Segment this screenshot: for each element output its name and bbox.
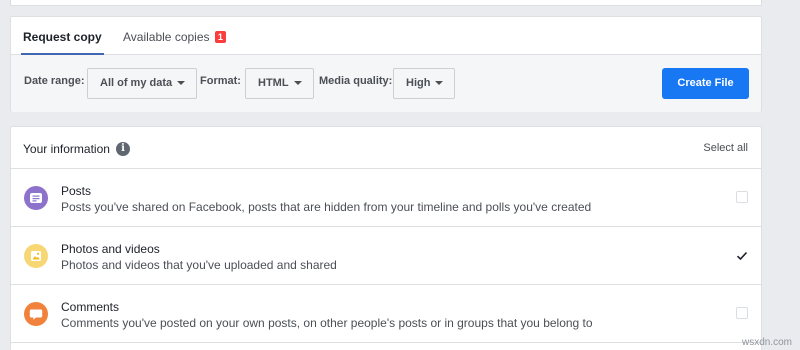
format-label: Format: bbox=[200, 75, 241, 87]
comments-title: Comments bbox=[61, 300, 120, 314]
select-all-link[interactable]: Select all bbox=[703, 142, 748, 154]
photos-and-videos-checkbox[interactable] bbox=[736, 249, 748, 261]
chevron-down-icon bbox=[435, 81, 444, 85]
comments-icon bbox=[24, 302, 48, 326]
media-quality-label: Media quality: bbox=[319, 75, 393, 87]
posts-title: Posts bbox=[61, 184, 92, 198]
your-information-header: Your information i Select all bbox=[11, 127, 761, 169]
date-range-label: Date range: bbox=[24, 75, 85, 87]
posts-description: Posts you've shared on Facebook, posts t… bbox=[61, 200, 592, 214]
date-range-value: All of my data bbox=[100, 77, 173, 89]
info-icon[interactable]: i bbox=[116, 142, 130, 156]
tab-available-copies-label: Available copies bbox=[123, 30, 210, 44]
your-information-title: Your information bbox=[23, 142, 110, 156]
request-copy-panel: Request copy Available copies 1 Date ran… bbox=[10, 16, 762, 112]
watermark: wsxdn.com bbox=[741, 337, 792, 348]
format-select[interactable]: HTML bbox=[245, 68, 314, 99]
list-item-posts[interactable]: Posts Posts you've shared on Facebook, p… bbox=[11, 169, 761, 227]
tab-request-copy[interactable]: Request copy bbox=[21, 17, 104, 56]
media-quality-value: High bbox=[406, 77, 431, 89]
media-quality-select[interactable]: High bbox=[393, 68, 456, 99]
comments-checkbox[interactable] bbox=[736, 307, 748, 319]
your-information-panel: Your information i Select all Posts Post… bbox=[10, 126, 762, 350]
available-copies-badge: 1 bbox=[214, 31, 226, 43]
create-file-button[interactable]: Create File bbox=[662, 68, 749, 99]
tab-available-copies[interactable]: Available copies 1 bbox=[123, 17, 226, 55]
date-range-select[interactable]: All of my data bbox=[87, 68, 198, 99]
list-item-comments[interactable]: Comments Comments you've posted on your … bbox=[11, 285, 761, 343]
photos-and-videos-description: Photos and videos that you've uploaded a… bbox=[61, 258, 337, 272]
checkmark-icon bbox=[736, 251, 748, 261]
photos-and-videos-title: Photos and videos bbox=[61, 242, 160, 256]
previous-section-edge bbox=[10, 0, 762, 6]
comments-description: Comments you've posted on your own posts… bbox=[61, 316, 593, 330]
format-value: HTML bbox=[258, 77, 289, 89]
posts-checkbox[interactable] bbox=[736, 191, 748, 203]
photos-icon bbox=[24, 244, 48, 268]
chevron-down-icon bbox=[177, 81, 186, 85]
export-options-bar: Date range: All of my data Format: HTML … bbox=[11, 55, 761, 112]
posts-icon bbox=[24, 186, 48, 210]
list-item-photos-and-videos[interactable]: Photos and videos Photos and videos that… bbox=[11, 227, 761, 285]
chevron-down-icon bbox=[293, 81, 302, 85]
tab-bar: Request copy Available copies 1 bbox=[11, 17, 761, 56]
